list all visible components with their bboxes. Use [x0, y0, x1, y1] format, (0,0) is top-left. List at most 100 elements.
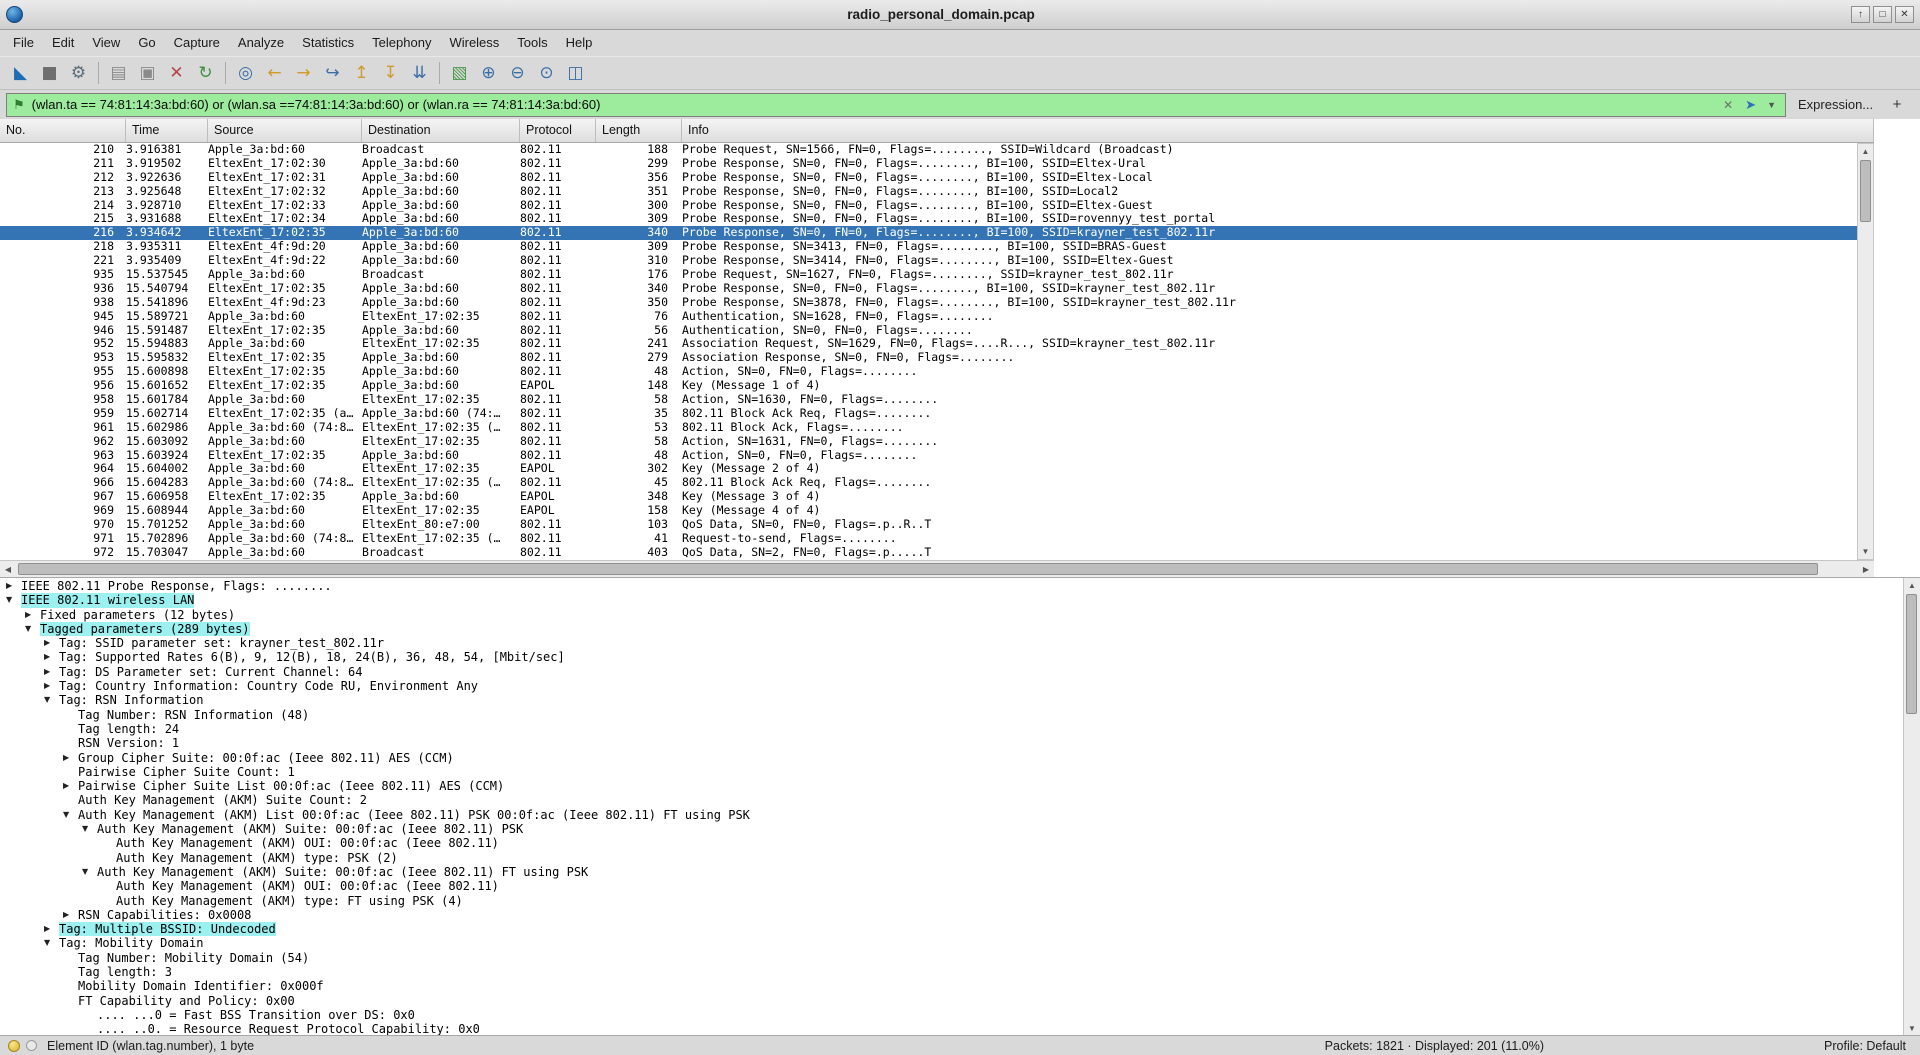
collapse-arrow-icon[interactable]: ▼ — [25, 622, 40, 636]
packet-row-972[interactable]: 97215.703047Apple_3a:bd:60Broadcast802.1… — [0, 546, 1857, 560]
menu-item-telephony[interactable]: Telephony — [363, 30, 440, 56]
expand-arrow-icon[interactable]: ▶ — [25, 608, 40, 622]
packet-row-211[interactable]: 2113.919502EltexEnt_17:02:30Apple_3a:bd:… — [0, 157, 1857, 171]
menu-item-go[interactable]: Go — [129, 30, 164, 56]
detail-line[interactable]: ▼Auth Key Management (AKM) Suite: 00:0f:… — [0, 865, 1903, 879]
packet-row-221[interactable]: 2213.935409EltexEnt_4f:9d:22Apple_3a:bd:… — [0, 254, 1857, 268]
menu-item-tools[interactable]: Tools — [508, 30, 556, 56]
filter-bookmark-icon[interactable]: ⚑ — [13, 97, 25, 113]
packet-row-210[interactable]: 2103.916381Apple_3a:bd:60Broadcast802.11… — [0, 143, 1857, 157]
open-file-icon[interactable]: ▤ — [105, 60, 132, 86]
packet-row-215[interactable]: 2153.931688EltexEnt_17:02:34Apple_3a:bd:… — [0, 212, 1857, 226]
scroll-down-icon[interactable]: ▼ — [1858, 545, 1873, 558]
go-forward-icon[interactable]: → — [290, 60, 317, 86]
zoom-out-icon[interactable]: ⊖ — [504, 60, 531, 86]
menu-item-file[interactable]: File — [4, 30, 43, 56]
expand-arrow-icon[interactable]: ▶ — [44, 665, 59, 679]
detail-line[interactable]: ▶Pairwise Cipher Suite List 00:0f:ac (Ie… — [0, 779, 1903, 793]
packet-row-952[interactable]: 95215.594883Apple_3a:bd:60EltexEnt_17:02… — [0, 337, 1857, 351]
details-vertical-scrollbar[interactable]: ▲ ▼ — [1903, 578, 1920, 1036]
detail-line[interactable]: .... ...0 = Fast BSS Transition over DS:… — [0, 1008, 1903, 1022]
detail-line[interactable]: Tag Number: RSN Information (48) — [0, 708, 1903, 722]
packet-list-horizontal-scrollbar[interactable]: ◀ ▶ — [0, 560, 1874, 577]
packet-row-218[interactable]: 2183.935311EltexEnt_4f:9d:20Apple_3a:bd:… — [0, 240, 1857, 254]
detail-line[interactable]: .... ..0. = Resource Request Protocol Ca… — [0, 1022, 1903, 1035]
save-file-icon[interactable]: ▣ — [134, 60, 161, 86]
packet-row-967[interactable]: 96715.606958EltexEnt_17:02:35Apple_3a:bd… — [0, 490, 1857, 504]
packet-row-958[interactable]: 95815.601784Apple_3a:bd:60EltexEnt_17:02… — [0, 393, 1857, 407]
expert-info-icon[interactable] — [8, 1040, 20, 1052]
expand-arrow-icon[interactable]: ▶ — [6, 579, 21, 593]
expand-arrow-icon[interactable]: ▶ — [44, 636, 59, 650]
detail-line[interactable]: ▶Tag: Multiple BSSID: Undecoded — [0, 922, 1903, 936]
detail-line[interactable]: ▶Tag: Country Information: Country Code … — [0, 679, 1903, 693]
detail-line[interactable]: FT Capability and Policy: 0x00 — [0, 994, 1903, 1008]
expand-arrow-icon[interactable]: ▶ — [44, 679, 59, 693]
menu-item-analyze[interactable]: Analyze — [229, 30, 293, 56]
detail-line[interactable]: ▶IEEE 802.11 Probe Response, Flags: ....… — [0, 579, 1903, 593]
detail-line[interactable]: ▼IEEE 802.11 wireless LAN — [0, 593, 1903, 607]
colorize-icon[interactable]: ▧ — [446, 60, 473, 86]
minimize-button[interactable]: ↑ — [1851, 6, 1870, 23]
menu-item-help[interactable]: Help — [557, 30, 602, 56]
close-button[interactable]: ✕ — [1895, 6, 1914, 23]
packet-row-959[interactable]: 95915.602714EltexEnt_17:02:35 (a…Apple_3… — [0, 407, 1857, 421]
detail-line[interactable]: ▶Tag: SSID parameter set: krayner_test_8… — [0, 636, 1903, 650]
packet-row-956[interactable]: 95615.601652EltexEnt_17:02:35Apple_3a:bd… — [0, 379, 1857, 393]
maximize-button[interactable]: □ — [1873, 6, 1892, 23]
apply-filter-icon[interactable]: ➤ — [1745, 97, 1756, 113]
packet-row-946[interactable]: 94615.591487EltexEnt_17:02:35Apple_3a:bd… — [0, 324, 1857, 338]
packet-row-969[interactable]: 96915.608944Apple_3a:bd:60EltexEnt_17:02… — [0, 504, 1857, 518]
packet-row-213[interactable]: 2133.925648EltexEnt_17:02:32Apple_3a:bd:… — [0, 185, 1857, 199]
go-back-icon[interactable]: ← — [261, 60, 288, 86]
display-filter-input[interactable]: ⚑ (wlan.ta == 74:81:14:3a:bd:60) or (wla… — [6, 93, 1786, 117]
capture-comment-icon[interactable] — [26, 1040, 37, 1051]
horizontal-scroll-track[interactable] — [16, 561, 1858, 577]
collapse-arrow-icon[interactable]: ▼ — [63, 808, 78, 822]
detail-line[interactable]: ▶Tag: Supported Rates 6(B), 9, 12(B), 18… — [0, 650, 1903, 664]
packet-row-955[interactable]: 95515.600898EltexEnt_17:02:35Apple_3a:bd… — [0, 365, 1857, 379]
detail-line[interactable]: ▶Fixed parameters (12 bytes) — [0, 608, 1903, 622]
packet-row-962[interactable]: 96215.603092Apple_3a:bd:60EltexEnt_17:02… — [0, 435, 1857, 449]
detail-line[interactable]: Tag length: 3 — [0, 965, 1903, 979]
column-header-length[interactable]: Length — [596, 119, 682, 142]
packet-row-936[interactable]: 93615.540794EltexEnt_17:02:35Apple_3a:bd… — [0, 282, 1857, 296]
collapse-arrow-icon[interactable]: ▼ — [6, 593, 21, 607]
packet-row-214[interactable]: 2143.928710EltexEnt_17:02:33Apple_3a:bd:… — [0, 199, 1857, 213]
packet-row-963[interactable]: 96315.603924EltexEnt_17:02:35Apple_3a:bd… — [0, 449, 1857, 463]
horizontal-scroll-thumb[interactable] — [18, 563, 1818, 575]
packet-row-970[interactable]: 97015.701252Apple_3a:bd:60EltexEnt_80:e7… — [0, 518, 1857, 532]
filter-dropdown-icon[interactable]: ▼ — [1767, 100, 1776, 110]
resize-columns-icon[interactable]: ◫ — [562, 60, 589, 86]
auto-scroll-icon[interactable]: ⇊ — [406, 60, 433, 86]
menu-item-view[interactable]: View — [83, 30, 129, 56]
collapse-arrow-icon[interactable]: ▼ — [82, 822, 97, 836]
packet-row-953[interactable]: 95315.595832EltexEnt_17:02:35Apple_3a:bd… — [0, 351, 1857, 365]
collapse-arrow-icon[interactable]: ▼ — [82, 865, 97, 879]
details-scroll-thumb[interactable] — [1906, 594, 1917, 714]
scroll-up-icon[interactable]: ▲ — [1904, 579, 1920, 592]
column-header-source[interactable]: Source — [208, 119, 362, 142]
expand-arrow-icon[interactable]: ▶ — [63, 908, 78, 922]
scroll-down-icon[interactable]: ▼ — [1904, 1022, 1920, 1035]
scroll-right-icon[interactable]: ▶ — [1858, 565, 1874, 574]
stop-capture-icon[interactable]: ■ — [36, 60, 63, 86]
detail-line[interactable]: Tag length: 24 — [0, 722, 1903, 736]
detail-line[interactable]: RSN Version: 1 — [0, 736, 1903, 750]
column-header-protocol[interactable]: Protocol — [520, 119, 596, 142]
packet-row-935[interactable]: 93515.537545Apple_3a:bd:60Broadcast802.1… — [0, 268, 1857, 282]
menu-item-statistics[interactable]: Statistics — [293, 30, 363, 56]
expand-arrow-icon[interactable]: ▶ — [44, 922, 59, 936]
last-packet-icon[interactable]: ↧ — [377, 60, 404, 86]
profile-button[interactable]: Profile: Default — [1824, 1039, 1906, 1053]
capture-options-icon[interactable]: ⚙ — [65, 60, 92, 86]
menu-item-capture[interactable]: Capture — [165, 30, 229, 56]
packet-row-938[interactable]: 93815.541896EltexEnt_4f:9d:23Apple_3a:bd… — [0, 296, 1857, 310]
detail-line[interactable]: ▶Group Cipher Suite: 00:0f:ac (Ieee 802.… — [0, 751, 1903, 765]
expression-button[interactable]: Expression... — [1798, 97, 1873, 112]
expand-arrow-icon[interactable]: ▶ — [63, 779, 78, 793]
detail-line[interactable]: ▼Tag: Mobility Domain — [0, 936, 1903, 950]
first-packet-icon[interactable]: ↥ — [348, 60, 375, 86]
packet-row-971[interactable]: 97115.702896Apple_3a:bd:60 (74:8…EltexEn… — [0, 532, 1857, 546]
detail-line[interactable]: ▼Auth Key Management (AKM) List 00:0f:ac… — [0, 808, 1903, 822]
